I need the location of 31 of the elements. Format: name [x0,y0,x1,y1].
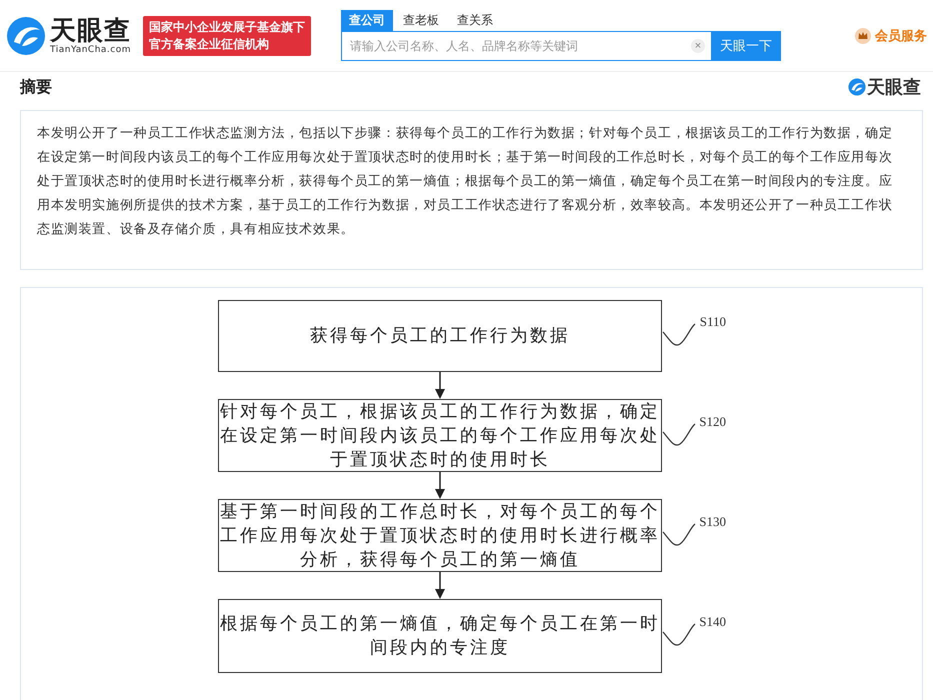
abstract-text: 本发明公开了一种员工工作状态监测方法，包括以下步骤：获得每个员工的工作行为数据；针对每个员工，根据该员工的工作行为数据，确定在设定第一时间段内该员工的每个工作应用每次处于置顶状态时的使用时长；基于第一时间段的工作总时长，对每个员工的每个工作应用每次处于置顶状态时的使用时长进行概率分析，获得每个员工的第一熵值；根据每个员工的第一熵值，确定每个员工在第一时间段内的专注度。应用本发明实施例所提供的技术方案，基于员工的工作行为数据，对员工工作状态进行了客观分析，效率较高。本发明还公开了一种员工工作状态监测装置、设备及存储介质，具有相应技术效果。 [37,125,894,239]
step-label: S120 [699,414,726,430]
step-label: S140 [699,614,726,630]
brand-name: 天眼查 [867,76,921,99]
leader-line [662,422,696,448]
logo-icon [6,16,46,56]
leader-line [662,522,696,548]
logo-icon [848,78,866,96]
search-tab[interactable]: 查公司 [341,10,394,31]
certification-badge: 国家中小企业发展子基金旗下 官方备案企业征信机构 [143,16,312,56]
clear-button[interactable]: × [691,39,706,53]
crown-icon [855,28,871,44]
search-tab[interactable]: 查关系 [449,10,502,31]
step-label: S110 [700,314,726,330]
step-label: S130 [699,514,726,530]
arrow [434,372,446,399]
domain-text: TianYanCha.com [50,44,132,54]
search-field[interactable]: 请输入公司名称、人名、品牌名称等关键词 × [341,31,712,61]
search-tab[interactable]: 查老板 [395,10,448,31]
arrow [434,472,446,499]
flow-step: 根据每个员工的第一熵值，确定每个员工在第一时 间段内的专注度 [218,599,662,673]
flow-step: 获得每个员工的工作行为数据 [218,300,662,372]
vip-link[interactable]: 会员服务 [875,26,927,44]
arrow [434,572,446,599]
leader-line [662,622,696,648]
flow-step: 针对每个员工，根据该员工的工作行为数据，确定 在设定第一时间段内该员工的每个工作应用每次处 于置顶状态时的使用时长 [218,399,662,472]
section-title: 摘要 [20,76,52,98]
brand-name: 天眼查 [50,16,132,44]
search-button[interactable]: 天眼一下 [711,31,782,61]
flow-step: 基于第一时间段的工作总时长，对每个员工的每个 工作应用每次处于置顶状态时的使用时长进行概率 分析，获得每个员工的第一熵值 [218,499,662,572]
leader-line [662,322,696,348]
